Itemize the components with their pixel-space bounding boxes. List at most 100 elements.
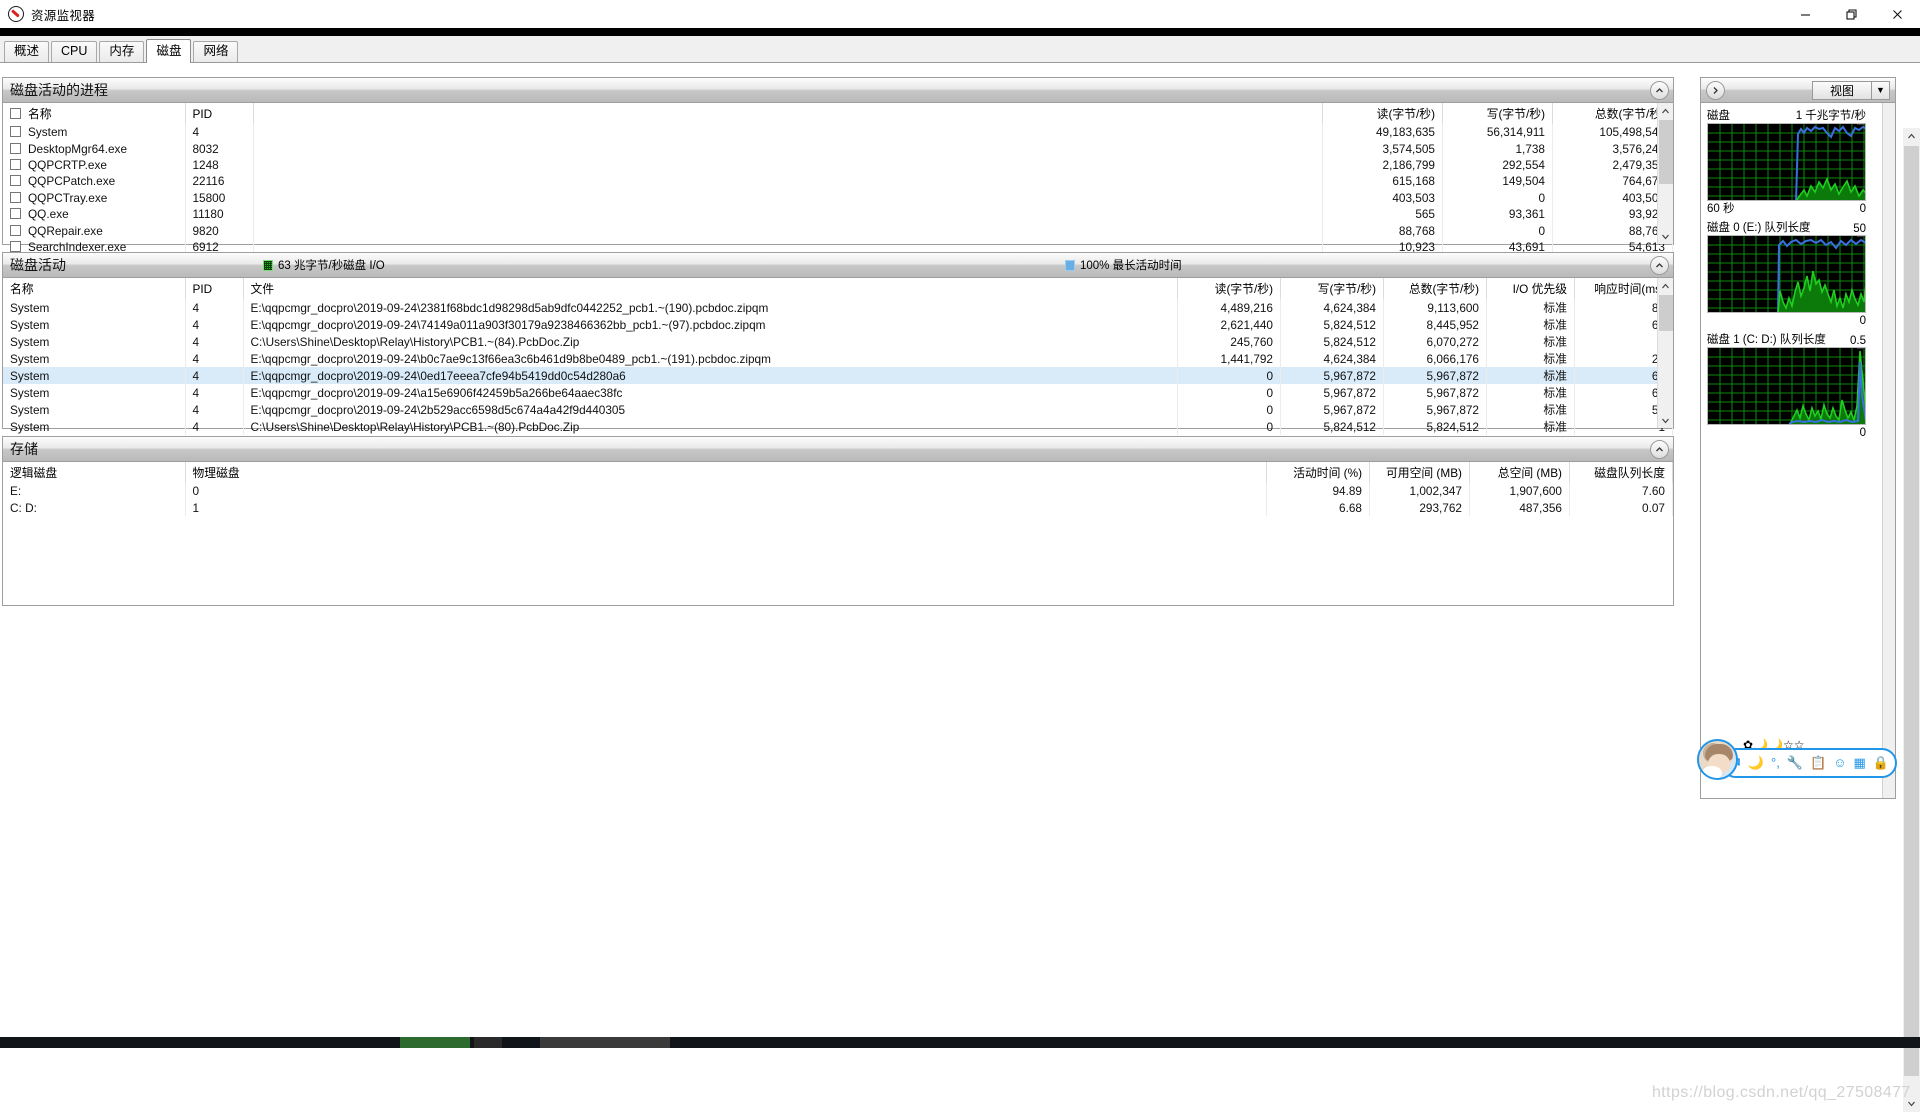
row-checkbox[interactable]: [10, 224, 21, 236]
moon-icon[interactable]: 🌙: [1748, 756, 1764, 770]
table-row[interactable]: System 4 E:\qqpcmgr_docpro\2019-09-24\b0…: [3, 350, 1673, 367]
chevron-down-icon[interactable]: ▼: [1872, 82, 1889, 99]
scrollbar-thumb[interactable]: [1659, 295, 1673, 331]
table-row[interactable]: System 4 E:\qqpcmgr_docpro\2019-09-24\0e…: [3, 367, 1673, 384]
scroll-down-icon[interactable]: [1658, 412, 1673, 428]
activity-file-cell: E:\qqpcmgr_docpro\2019-09-24\b0c7ae9c13f…: [243, 350, 1178, 367]
collapse-activity-button[interactable]: [1650, 256, 1669, 275]
smiley-icon[interactable]: ☺: [1833, 756, 1846, 770]
col-name[interactable]: 名称: [3, 278, 186, 299]
tab-cpu[interactable]: CPU: [51, 41, 98, 62]
view-dropdown-button[interactable]: 视图 ▼: [1812, 80, 1890, 100]
col-pid[interactable]: PID: [185, 103, 254, 124]
row-checkbox[interactable]: [10, 126, 21, 138]
taskbar-item-green[interactable]: [400, 1037, 470, 1048]
clipboard-icon[interactable]: 📋: [1810, 756, 1826, 770]
table-row[interactable]: QQPCRTP.exe 1248 2,186,799 292,554 2,479…: [3, 156, 1673, 174]
table-row[interactable]: QQPCPatch.exe 22116 615,168 149,504 764,…: [3, 173, 1673, 190]
row-checkbox[interactable]: [10, 191, 21, 203]
ime-button-bar[interactable]: 中 🌙 °, 🔧 📋 ☺ ▦ 🔒: [1721, 748, 1897, 778]
process-name-cell[interactable]: QQPCRTP.exe: [3, 156, 186, 174]
col-total[interactable]: 总数(字节/秒): [1552, 103, 1673, 124]
processes-scrollbar[interactable]: [1657, 103, 1673, 244]
ime-toolbar[interactable]: ✿🌙🌙☆☆ 中 🌙 °, 🔧 📋 ☺ ▦ 🔒: [1697, 739, 1897, 782]
process-write-cell: 0: [1442, 222, 1553, 239]
col-physical-disk[interactable]: 物理磁盘: [185, 462, 1267, 483]
process-write-cell: 56,314,911: [1442, 124, 1553, 141]
minimize-button[interactable]: [1782, 0, 1828, 28]
scroll-up-icon[interactable]: [1903, 128, 1920, 145]
activity-name-cell: System: [3, 367, 186, 384]
storage-free-cell: 293,762: [1369, 499, 1470, 516]
wrench-icon[interactable]: 🔧: [1787, 756, 1803, 770]
activity-file-cell: E:\qqpcmgr_docpro\2019-09-24\0ed17eeea7c…: [243, 367, 1178, 384]
table-row[interactable]: System 4 E:\qqpcmgr_docpro\2019-09-24\a1…: [3, 384, 1673, 401]
table-row[interactable]: System 4 49,183,635 56,314,911 105,498,5…: [3, 124, 1673, 141]
graph-disk1-labels: 磁盘 1 (C: D:) 队列长度 0.5: [1707, 331, 1876, 347]
tab-overview[interactable]: 概述: [4, 41, 50, 62]
activity-scrollbar[interactable]: [1657, 278, 1673, 428]
col-io-priority[interactable]: I/O 优先级: [1486, 278, 1575, 299]
maximize-button[interactable]: [1828, 0, 1874, 28]
col-disk-queue[interactable]: 磁盘队列长度: [1569, 462, 1673, 483]
col-total[interactable]: 总数(字节/秒): [1383, 278, 1487, 299]
close-button[interactable]: [1874, 0, 1920, 28]
punctuation-icon[interactable]: °,: [1771, 756, 1780, 770]
collapse-processes-button[interactable]: [1650, 81, 1669, 100]
table-row[interactable]: System 4 C:\Users\Shine\Desktop\Relay\Hi…: [3, 333, 1673, 350]
graph-pane-scrollbar[interactable]: [1882, 103, 1895, 798]
col-read[interactable]: 读(字节/秒): [1322, 103, 1443, 124]
col-total-space[interactable]: 总空间 (MB): [1469, 462, 1570, 483]
row-checkbox[interactable]: [10, 175, 21, 187]
col-active-time[interactable]: 活动时间 (%): [1266, 462, 1370, 483]
scroll-down-icon[interactable]: [1658, 228, 1673, 244]
apps-icon[interactable]: ▦: [1854, 756, 1866, 770]
col-name[interactable]: 名称: [3, 103, 186, 124]
graph-disk0-max: 50: [1853, 223, 1866, 235]
col-read[interactable]: 读(字节/秒): [1177, 278, 1281, 299]
table-row[interactable]: C: D: 1 6.68 293,762 487,356 0.07: [3, 499, 1673, 516]
table-row[interactable]: System 4 E:\qqpcmgr_docpro\2019-09-24\74…: [3, 316, 1673, 333]
col-write[interactable]: 写(字节/秒): [1280, 278, 1384, 299]
process-pid-cell: 11180: [185, 205, 254, 223]
table-row[interactable]: DesktopMgr64.exe 8032 3,574,505 1,738 3,…: [3, 140, 1673, 157]
process-name-cell[interactable]: QQPCPatch.exe: [3, 173, 186, 190]
scrollbar-thumb[interactable]: [1659, 120, 1673, 184]
col-pid[interactable]: PID: [185, 278, 244, 299]
process-name-cell[interactable]: DesktopMgr64.exe: [3, 140, 186, 157]
table-row[interactable]: System 4 C:\Users\Shine\Desktop\Relay\Hi…: [3, 418, 1673, 435]
table-row[interactable]: System 4 E:\qqpcmgr_docpro\2019-09-24\23…: [3, 299, 1673, 316]
process-name-cell[interactable]: QQPCTray.exe: [3, 189, 186, 206]
col-write[interactable]: 写(字节/秒): [1442, 103, 1553, 124]
process-name-cell[interactable]: QQRepair.exe: [3, 222, 186, 239]
process-name-cell[interactable]: QQ.exe: [3, 205, 186, 223]
taskbar-item-grey[interactable]: [540, 1037, 670, 1048]
scroll-up-icon[interactable]: [1658, 278, 1673, 294]
chevron-right-icon[interactable]: [1706, 80, 1725, 100]
table-row[interactable]: E: 0 94.89 1,002,347 1,907,600 7.60: [3, 483, 1673, 500]
table-row[interactable]: QQRepair.exe 9820 88,768 0 88,768: [3, 222, 1673, 239]
taskbar[interactable]: [0, 1037, 1920, 1048]
collapse-storage-button[interactable]: [1650, 440, 1669, 459]
select-all-checkbox[interactable]: [10, 108, 21, 119]
window-scrollbar[interactable]: [1903, 128, 1920, 1112]
lock-icon[interactable]: 🔒: [1873, 756, 1889, 770]
scroll-up-icon[interactable]: [1658, 103, 1673, 119]
process-name-cell[interactable]: System: [3, 124, 186, 141]
taskbar-item-dark[interactable]: [474, 1037, 502, 1048]
table-row[interactable]: System 4 E:\qqpcmgr_docpro\2019-09-24\2b…: [3, 401, 1673, 418]
avatar[interactable]: [1697, 739, 1738, 780]
row-checkbox[interactable]: [10, 208, 21, 220]
scrollbar-thumb[interactable]: [1904, 146, 1919, 1076]
col-free-space[interactable]: 可用空间 (MB): [1369, 462, 1470, 483]
table-row[interactable]: QQPCTray.exe 15800 403,503 0 403,503: [3, 189, 1673, 206]
tab-memory[interactable]: 内存: [99, 41, 145, 62]
col-file[interactable]: 文件: [243, 278, 1178, 299]
row-checkbox[interactable]: [10, 240, 21, 252]
tab-network[interactable]: 网络: [193, 41, 239, 62]
row-checkbox[interactable]: [10, 158, 21, 170]
col-logical-disk[interactable]: 逻辑磁盘: [3, 462, 186, 483]
row-checkbox[interactable]: [10, 142, 21, 154]
table-row[interactable]: QQ.exe 11180 565 93,361 93,926: [3, 205, 1673, 223]
tab-disk[interactable]: 磁盘: [146, 39, 192, 63]
